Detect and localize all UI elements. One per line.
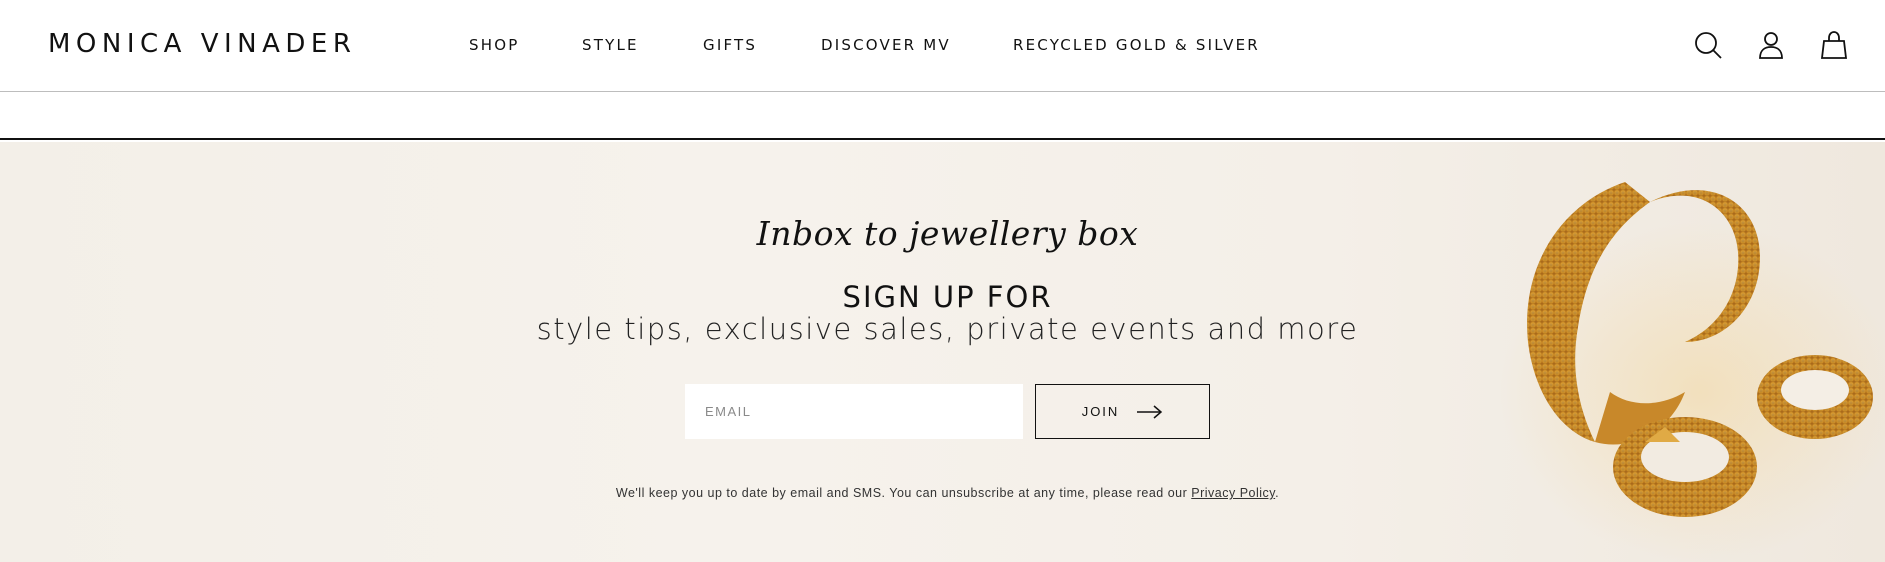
legal-text: We'll keep you up to date by email and S… [615,486,1192,500]
join-button-label: JOIN [1081,404,1120,419]
newsletter-subtitle: style tips, exclusive sales, private eve… [536,312,1359,346]
join-button[interactable]: JOIN [1035,384,1210,439]
newsletter-title: SIGN UP FOR [842,280,1053,314]
brand-logo[interactable]: MONICA VINADER [48,30,356,58]
bag-icon[interactable] [1819,30,1849,60]
newsletter-legal-text: We'll keep you up to date by email and S… [0,486,1885,500]
email-field[interactable] [685,384,1023,439]
search-icon[interactable] [1693,30,1723,60]
nav-item-discover-mv[interactable]: DISCOVER MV [821,36,951,54]
arrow-right-icon [1137,404,1163,419]
content-divider-strip [0,93,1885,140]
privacy-policy-link[interactable]: Privacy Policy [1191,486,1275,500]
nav-item-style[interactable]: STYLE [582,36,639,54]
nav-item-recycled-gold-silver[interactable]: RECYCLED GOLD & SILVER [1013,36,1260,54]
account-icon[interactable] [1756,30,1786,60]
nav-item-shop[interactable]: SHOP [469,36,519,54]
legal-text-end: . [1275,486,1280,500]
newsletter-tagline: Inbox to jewellery box [756,214,1139,253]
nav-item-gifts[interactable]: GIFTS [703,36,757,54]
newsletter-signup: Inbox to jewellery box SIGN UP FOR style… [0,142,1885,562]
site-header: MONICA VINADER SHOP STYLE GIFTS DISCOVER… [0,0,1885,92]
